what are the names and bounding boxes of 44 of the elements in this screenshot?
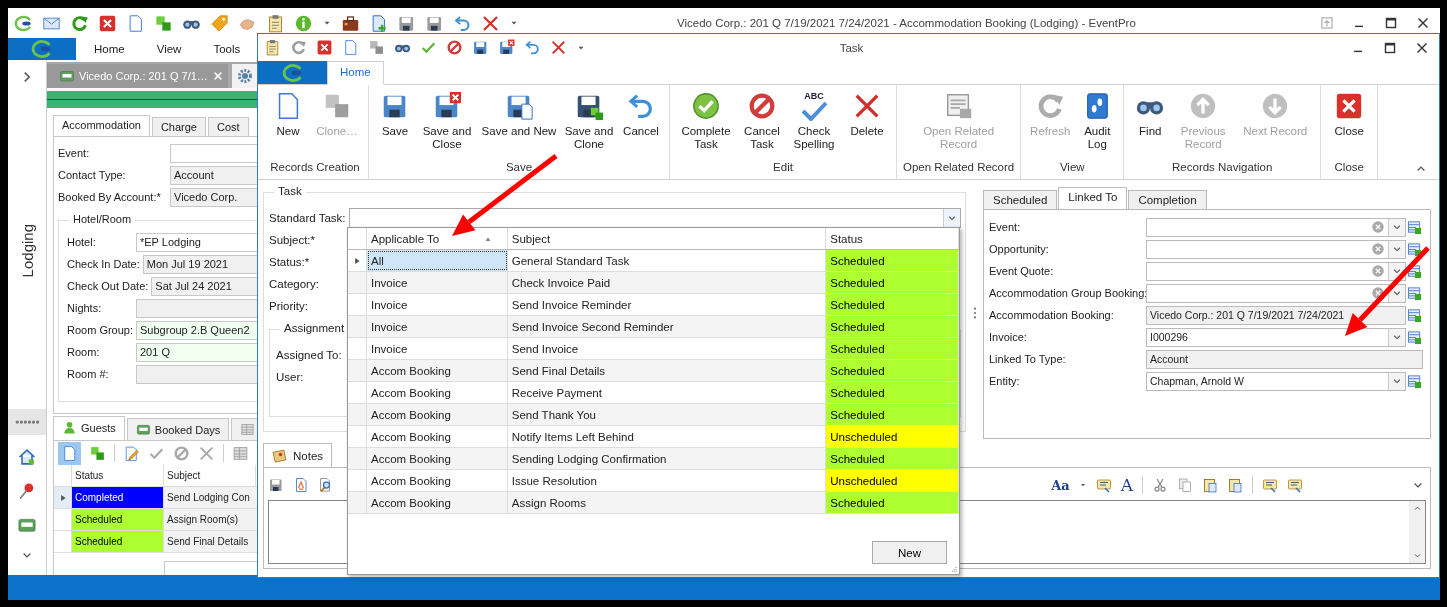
- field-label: Accommodation Booking:: [989, 309, 1115, 321]
- field-label: Room #:: [67, 368, 110, 380]
- group-label: Close: [1334, 161, 1364, 175]
- window-title: Task: [839, 41, 864, 54]
- group-label: Records Creation: [270, 161, 360, 175]
- field-label: Standard Task:: [269, 212, 347, 224]
- group-title: Task: [274, 185, 306, 197]
- field-label: Event:: [989, 221, 1022, 233]
- field-label: Room:: [67, 346, 101, 358]
- table-cell: Assign Room(s): [164, 509, 257, 530]
- field-label: Event Quote:: [989, 265, 1055, 277]
- group-label: Save: [505, 161, 533, 175]
- group-label: Records Navigation: [1172, 161, 1273, 175]
- field-label: Entity:: [989, 375, 1021, 387]
- field-label: Nights:: [67, 302, 103, 314]
- status-cell: Scheduled: [72, 509, 164, 530]
- field-label: Linked To Type:: [989, 353, 1067, 365]
- navigation-title: Lodging: [18, 224, 36, 278]
- field-label: Check In Date:: [67, 258, 141, 270]
- field-label: User:: [276, 371, 305, 383]
- group-label: View: [1059, 161, 1085, 175]
- field-label: Invoice:: [989, 331, 1028, 343]
- group-label: Open Related Record: [903, 161, 1015, 175]
- status-cell: Scheduled: [72, 531, 164, 552]
- group-title: Assignment: [280, 322, 349, 334]
- field-label: Room Group:: [67, 324, 135, 336]
- status-cell: Completed: [72, 487, 164, 508]
- table-cell: Send Final Details: [164, 531, 257, 552]
- field-label: Category:: [269, 278, 320, 290]
- field-label: Contact Type:: [58, 169, 127, 181]
- field-label: Status:*: [269, 256, 311, 268]
- field-label: Assigned To:: [276, 349, 343, 361]
- field-label: Check Out Date:: [67, 280, 150, 292]
- field-label: Hotel:: [67, 236, 97, 248]
- field-label: Accommodation Group Booking:: [989, 287, 1146, 299]
- group-label: Edit: [773, 161, 793, 175]
- field-label: Opportunity:: [989, 243, 1050, 255]
- group-title: Hotel/Room: [69, 213, 136, 225]
- field-label: Booked By Account:*: [58, 191, 162, 203]
- field-label: Event:: [58, 147, 91, 159]
- table-cell: Send Lodging Con: [164, 487, 257, 508]
- field-label: Subject:*: [269, 234, 317, 246]
- field-label: Priority:: [269, 300, 309, 312]
- window-title: Vicedo Corp.: 201 Q 7/19/2021 7/24/2021 - Accommodation Booking (Lodging) - EventPro: [677, 17, 1136, 29]
